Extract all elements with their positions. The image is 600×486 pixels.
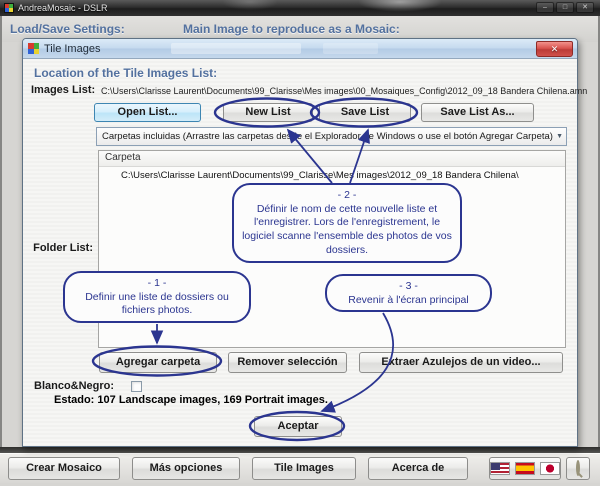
carpeta-column-header: Carpeta [99,151,565,167]
callout-3-title: - 3 - [335,280,482,294]
callout-1: - 1 - Definir une liste de dossiers ou f… [63,271,251,323]
language-button[interactable] [489,457,561,480]
blanco-negro-checkbox[interactable] [131,381,142,392]
callout-2: - 2 - Définir le nom de cette nouvelle l… [232,183,462,263]
callout-1-text: Definir une liste de dossiers ou fichier… [73,291,241,318]
callout-2-text: Définir le nom de cette nouvelle liste e… [242,203,452,258]
spain-flag-icon [515,462,535,475]
status-line: Estado: 107 Landscape images, 169 Portra… [54,394,328,406]
app-window: AndreaMosaic - DSLR – □ ✕ Load/Save Sett… [0,0,600,486]
window-left-border [0,16,2,483]
dialog-heading: Location of the Tile Images List: [34,66,217,80]
tile-images-button[interactable]: Tile Images [252,457,356,480]
images-list-path: C:\Users\Clarisse Laurent\Documents\99_C… [101,86,587,96]
chevron-down-icon: ▼ [556,130,563,144]
accept-button[interactable]: Aceptar [254,416,342,437]
save-list-as-button[interactable]: Save List As... [421,103,534,122]
window-titlebar: AndreaMosaic - DSLR – □ ✕ [0,0,600,16]
dialog-icon [28,43,39,54]
titlebar-gloss [323,43,378,54]
about-button[interactable]: Acerca de [368,457,468,480]
save-list-button[interactable]: Save List [319,103,411,122]
titlebar-gloss [171,43,301,54]
folders-dropdown-value: Carpetas incluidas (Arrastre las carpeta… [102,131,553,142]
remove-selection-button[interactable]: Remover selección [228,352,347,373]
magnifier-icon [576,460,580,476]
blanco-negro-label: Blanco&Negro: [34,380,114,392]
status-label: Estado: [54,394,94,406]
window-title: AndreaMosaic - DSLR [18,3,108,13]
folder-list-label: Folder List: [23,242,93,254]
close-button[interactable]: ✕ [576,2,594,13]
callout-3: - 3 - Revenir à l'écran principal [325,274,492,312]
images-list-label: Images List: [31,84,95,96]
dialog-titlebar: Tile Images [23,39,577,59]
dialog-close-button[interactable]: ✕ [536,41,573,57]
minimize-button[interactable]: – [536,2,554,13]
extract-tiles-button[interactable]: Extraer Azulejos de un video... [359,352,563,373]
add-folder-button[interactable]: Agregar carpeta [99,352,217,373]
new-list-button[interactable]: New List [223,103,313,122]
main-image-heading: Main Image to reproduce as a Mosaic: [183,22,400,36]
more-options-button[interactable]: Más opciones [132,457,240,480]
footer-toolbar: Crear Mosaico Más opciones Tile Images A… [0,453,600,483]
table-row[interactable]: C:\Users\Clarisse Laurent\Documents\99_C… [99,167,565,181]
dialog-title: Tile Images [44,43,100,55]
status-text: 107 Landscape images, 169 Portrait image… [97,394,328,406]
callout-2-title: - 2 - [242,189,452,203]
app-icon [4,3,14,13]
japan-flag-icon [540,462,560,475]
create-mosaic-button[interactable]: Crear Mosaico [8,457,120,480]
us-flag-icon [490,462,510,475]
callout-1-title: - 1 - [73,277,241,291]
load-save-settings-heading: Load/Save Settings: [10,22,125,36]
maximize-button[interactable]: □ [556,2,574,13]
open-list-button[interactable]: Open List... [94,103,201,122]
folders-dropdown[interactable]: Carpetas incluidas (Arrastre las carpeta… [96,127,567,146]
search-button[interactable] [566,457,590,480]
callout-3-text: Revenir à l'écran principal [335,294,482,308]
